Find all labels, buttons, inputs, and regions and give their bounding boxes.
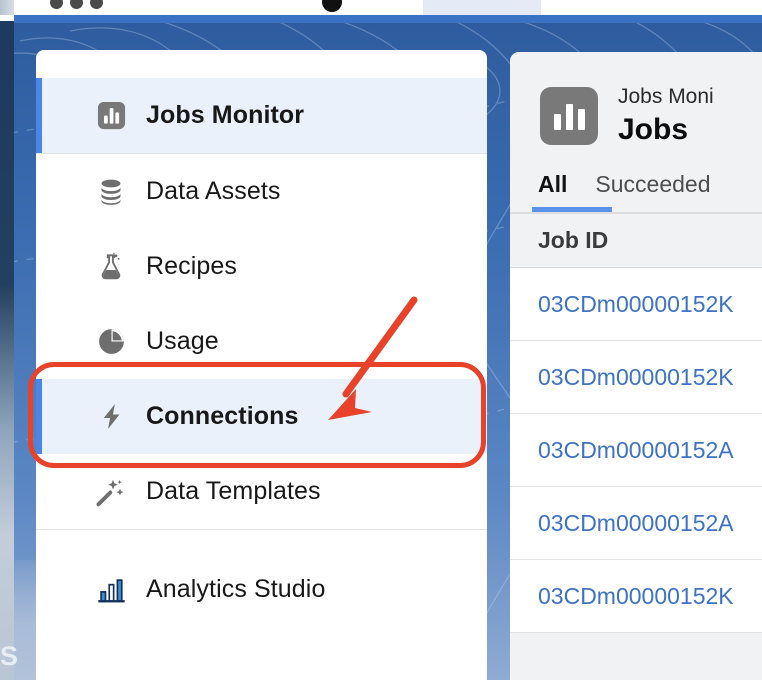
database-icon bbox=[94, 175, 128, 209]
page-glyph-icon bbox=[322, 0, 342, 12]
job-id-link[interactable]: 03CDm00000152K bbox=[538, 291, 734, 318]
menu-spacer bbox=[36, 530, 487, 552]
table-row[interactable]: 03CDm00000152K bbox=[510, 268, 762, 341]
jobs-panel-header: Jobs Moni Jobs bbox=[510, 52, 762, 147]
menu-item-connections[interactable]: Connections bbox=[36, 379, 487, 454]
jobs-monitor-panel: Jobs Moni Jobs All Succeeded Job ID 03CD… bbox=[510, 52, 762, 680]
jobs-table-body: 03CDm00000152K 03CDm00000152K 03CDm00000… bbox=[510, 268, 762, 633]
maximize-icon[interactable] bbox=[90, 0, 103, 9]
menu-item-label: Recipes bbox=[146, 252, 238, 280]
corner-letter: S bbox=[0, 641, 19, 671]
magic-wand-icon bbox=[94, 475, 128, 509]
app-accent-bar bbox=[14, 15, 762, 23]
window-chrome-strip bbox=[0, 0, 762, 15]
jobs-app-name: Jobs Moni bbox=[618, 85, 714, 108]
menu-item-label: Data Templates bbox=[146, 477, 321, 505]
table-row[interactable]: 03CDm00000152K bbox=[510, 560, 762, 633]
lightning-bolt-icon bbox=[94, 400, 128, 434]
menu-item-label: Jobs Monitor bbox=[146, 101, 305, 129]
pie-chart-icon bbox=[94, 325, 128, 359]
traffic-light-buttons[interactable] bbox=[50, 0, 103, 9]
page-title: Jobs bbox=[618, 113, 689, 146]
minimize-icon[interactable] bbox=[70, 0, 83, 9]
jobs-tab-bar: All Succeeded bbox=[510, 171, 762, 212]
tab-all[interactable]: All bbox=[538, 171, 567, 212]
close-icon[interactable] bbox=[50, 0, 63, 9]
menu-item-label: Data Assets bbox=[146, 177, 281, 205]
job-id-link[interactable]: 03CDm00000152K bbox=[538, 364, 734, 391]
menu-item-label: Connections bbox=[146, 402, 299, 430]
column-header-job-id[interactable]: Job ID bbox=[510, 214, 762, 268]
menu-item-data-assets[interactable]: Data Assets bbox=[36, 154, 487, 229]
bar-chart-box-icon bbox=[540, 87, 598, 145]
menu-item-analytics-studio[interactable]: Analytics Studio bbox=[36, 552, 487, 627]
analytics-bar-chart-icon bbox=[94, 573, 128, 607]
menu-item-label: Usage bbox=[146, 327, 219, 355]
menu-item-usage[interactable]: Usage bbox=[36, 304, 487, 379]
desktop-left-edge bbox=[0, 21, 14, 680]
job-id-link[interactable]: 03CDm00000152A bbox=[538, 510, 734, 537]
menu-item-label: Analytics Studio bbox=[146, 575, 326, 603]
bar-chart-box-icon bbox=[94, 99, 128, 133]
menu-item-jobs-monitor[interactable]: Jobs Monitor bbox=[36, 78, 487, 153]
screen: S Jobs Monitor Data Assets Recipes Usage… bbox=[0, 0, 762, 680]
menu-item-recipes[interactable]: Recipes bbox=[36, 229, 487, 304]
window-chrome-left-edge bbox=[0, 0, 14, 15]
job-id-link[interactable]: 03CDm00000152K bbox=[538, 583, 734, 610]
table-row[interactable]: 03CDm00000152A bbox=[510, 487, 762, 560]
tab-succeeded[interactable]: Succeeded bbox=[595, 171, 710, 212]
flask-icon bbox=[94, 250, 128, 284]
browser-tab-highlight[interactable] bbox=[423, 0, 541, 15]
job-id-link[interactable]: 03CDm00000152A bbox=[538, 437, 734, 464]
table-row[interactable]: 03CDm00000152A bbox=[510, 414, 762, 487]
menu-item-data-templates[interactable]: Data Templates bbox=[36, 454, 487, 529]
table-row[interactable]: 03CDm00000152K bbox=[510, 341, 762, 414]
active-tab-underline bbox=[532, 207, 612, 212]
app-launcher-menu: Jobs Monitor Data Assets Recipes Usage C… bbox=[36, 50, 487, 680]
